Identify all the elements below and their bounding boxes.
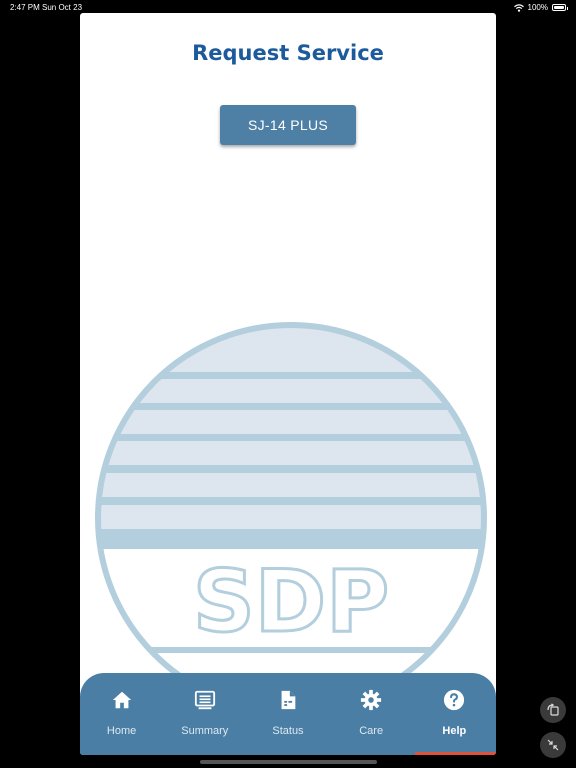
status-date: Sun Oct 23: [42, 3, 83, 12]
status-time: 2:47 PM: [10, 3, 40, 12]
nav-item-summary[interactable]: Summary: [163, 673, 246, 755]
device-model-button[interactable]: SJ-14 PLUS: [220, 105, 356, 145]
nav-item-status[interactable]: Status: [246, 673, 329, 755]
nav-label-summary: Summary: [181, 725, 229, 737]
minimize-button[interactable]: [540, 732, 566, 758]
battery-percent: 100%: [527, 3, 548, 12]
status-indicators: 100%: [513, 3, 568, 12]
sdp-logo: SDP: [95, 322, 487, 689]
rotate-icon: [547, 703, 559, 716]
nav-label-status: Status: [272, 725, 304, 737]
nav-item-home[interactable]: Home: [80, 673, 163, 755]
list-icon: [194, 690, 215, 710]
collapse-icon: [547, 739, 559, 751]
status-bar: 2:47 PM Sun Oct 23 100%: [0, 0, 576, 14]
home-icon: [112, 691, 131, 709]
logo-text: SDP: [193, 552, 389, 652]
rotate-screen-button[interactable]: [540, 697, 566, 723]
wifi-icon: [513, 3, 524, 12]
bottom-nav: Home Summary Status Care Help: [80, 673, 496, 755]
nav-label-care: Care: [359, 725, 384, 737]
page-title: Request Service: [192, 41, 384, 65]
gear-icon: [361, 689, 382, 711]
battery-icon: [552, 4, 568, 11]
nav-item-care[interactable]: Care: [330, 673, 413, 755]
nav-item-help[interactable]: Help: [413, 673, 496, 755]
home-indicator[interactable]: [200, 760, 377, 764]
document-icon: [281, 690, 296, 710]
nav-label-help: Help: [442, 725, 467, 737]
help-icon: [444, 689, 465, 711]
nav-label-home: Home: [106, 725, 137, 737]
app-window: Request Service SJ-14 PLUS SDP Home Summ…: [80, 13, 496, 755]
